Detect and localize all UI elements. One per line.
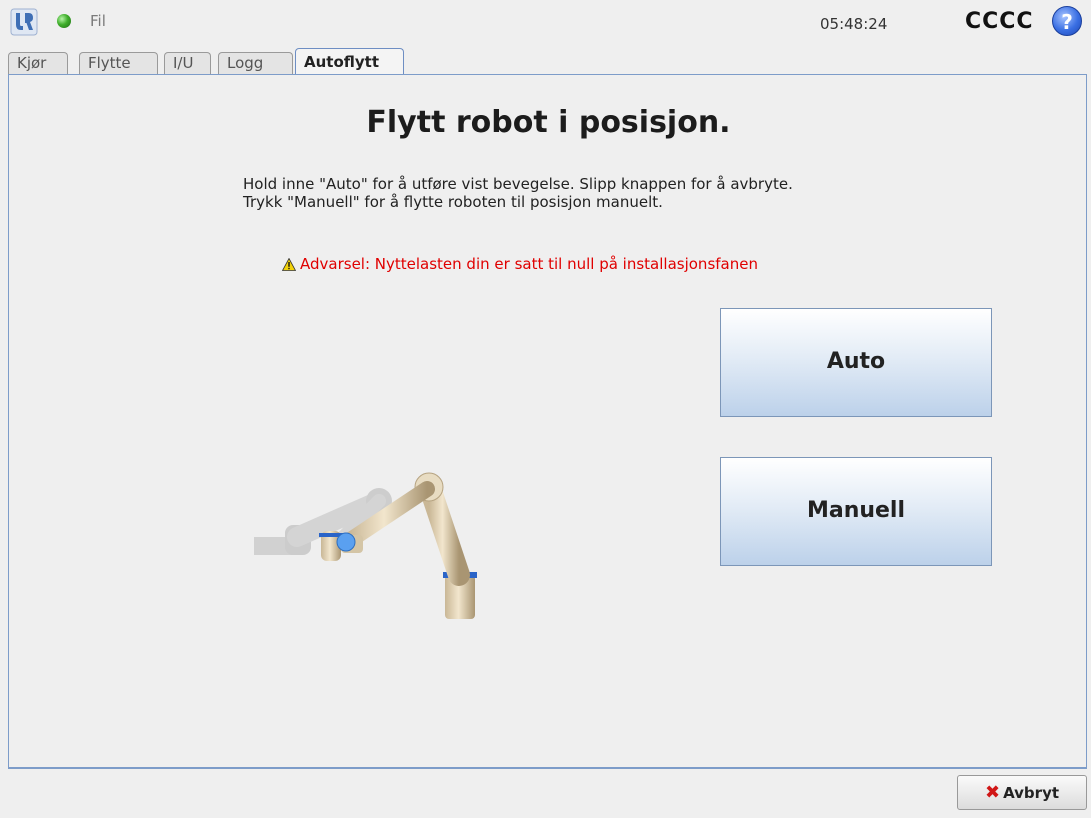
tab-io[interactable]: I/U bbox=[164, 52, 211, 74]
tab-bar: Kjør Flytte I/U Logg Autoflytt bbox=[8, 48, 1088, 75]
warning-text: Advarsel: Nyttelasten din er satt til nu… bbox=[300, 255, 758, 273]
cancel-label: Avbryt bbox=[1003, 784, 1060, 802]
file-menu[interactable]: Fil bbox=[90, 12, 106, 30]
tab-move[interactable]: Flytte bbox=[79, 52, 158, 74]
footer-divider bbox=[8, 768, 1087, 769]
status-ok-icon bbox=[57, 14, 71, 28]
close-x-icon: ✖ bbox=[984, 782, 1001, 803]
manual-button[interactable]: Manuell bbox=[720, 457, 992, 566]
payload-warning: Advarsel: Nyttelasten din er satt til nu… bbox=[282, 255, 758, 273]
help-icon[interactable]: ? bbox=[1052, 6, 1082, 36]
instructions: Hold inne "Auto" for å utføre vist beveg… bbox=[243, 175, 793, 211]
ur-logo-icon bbox=[10, 8, 38, 36]
robot-arm-illustration bbox=[254, 472, 477, 619]
cancel-button[interactable]: ✖ Avbryt bbox=[957, 775, 1087, 810]
clock: 05:48:24 bbox=[820, 15, 888, 33]
instruction-line-1: Hold inne "Auto" for å utføre vist beveg… bbox=[243, 175, 793, 193]
tab-log[interactable]: Logg bbox=[218, 52, 293, 74]
page-title: Flytt robot i posisjon. bbox=[366, 105, 731, 140]
instruction-line-2: Trykk "Manuell" for å flytte roboten til… bbox=[243, 193, 663, 211]
robot-name: CCCC bbox=[965, 9, 1034, 34]
tab-automove[interactable]: Autoflytt bbox=[295, 48, 404, 75]
warning-icon bbox=[282, 258, 296, 271]
tab-run[interactable]: Kjør bbox=[8, 52, 68, 74]
top-bar: Fil 05:48:24 CCCC ? bbox=[0, 0, 1091, 46]
main-panel: Flytt robot i posisjon. Hold inne "Auto"… bbox=[8, 74, 1087, 768]
auto-button[interactable]: Auto bbox=[720, 308, 992, 417]
